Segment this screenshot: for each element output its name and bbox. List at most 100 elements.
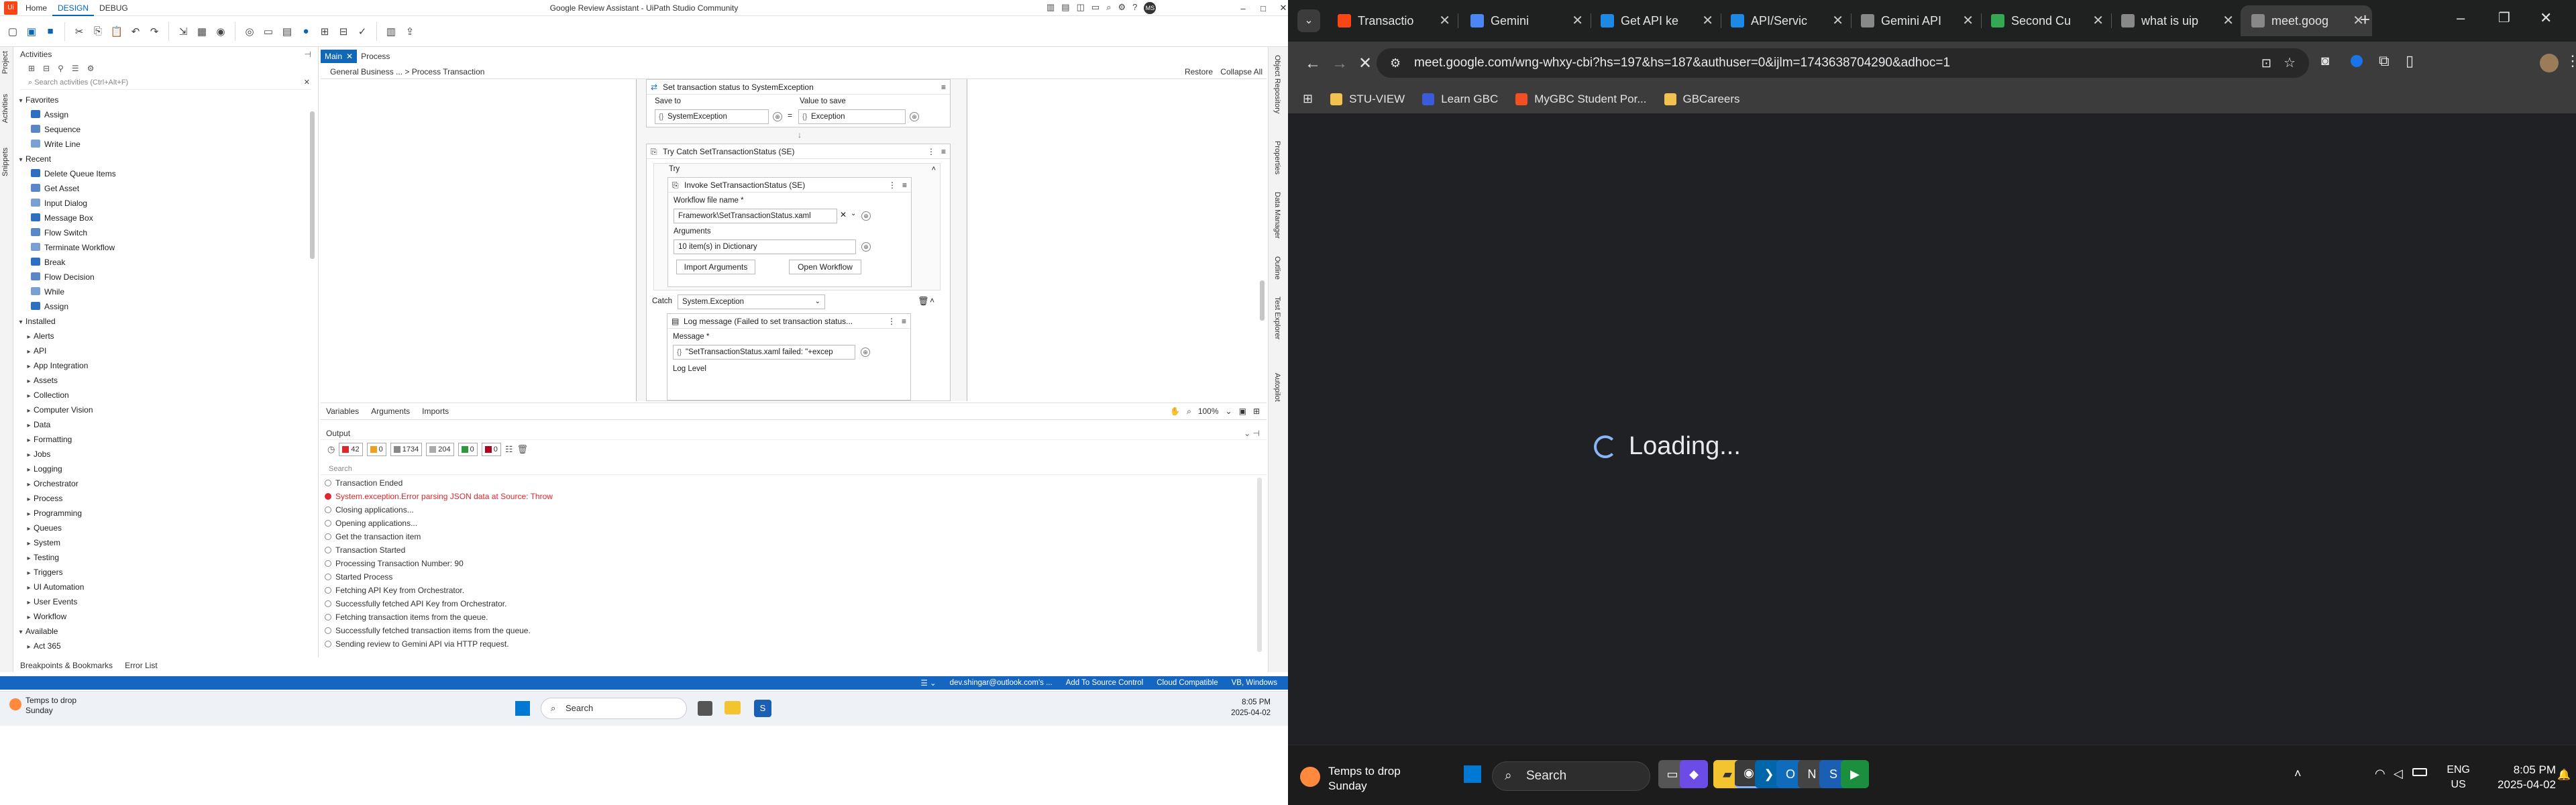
close-icon[interactable]: ✕ (346, 50, 353, 63)
selector-icon[interactable]: ◎ (242, 24, 257, 39)
wifi-icon[interactable]: ◠ (2375, 767, 2385, 781)
settings-icon[interactable]: ⚙ (87, 64, 95, 73)
chevron-right-icon[interactable]: ▸ (24, 640, 34, 655)
chevron-right-icon[interactable]: ▸ (24, 463, 34, 478)
chevron-right-icon[interactable]: ▸ (24, 581, 34, 596)
chevron-right-icon[interactable]: ▸ (24, 374, 34, 389)
collapse-icon[interactable]: ≡ (941, 144, 946, 159)
browser-tab[interactable]: Transactio ✕ (1327, 5, 1458, 36)
split-view-icon[interactable]: ▯ (2406, 52, 2414, 70)
plus-icon[interactable]: ⊕ (861, 242, 871, 252)
format-icon[interactable]: ⇲ (176, 24, 191, 39)
tree-item[interactable]: Message Box (13, 211, 318, 225)
close-icon[interactable]: ✕ (1268, 0, 1288, 16)
start-icon[interactable] (1464, 765, 1481, 783)
collapse-icon[interactable]: ≡ (902, 178, 907, 193)
chevron-right-icon[interactable]: ▸ (24, 596, 34, 610)
activities-search-input[interactable]: ⌕ Search activities (Ctrl+Alt+F) ✕ (20, 75, 311, 90)
browser-tab[interactable]: what is uip ✕ (2110, 5, 2242, 36)
tree-item[interactable]: Terminate Workflow (13, 240, 318, 255)
error-list-tab[interactable]: Error List (125, 661, 158, 670)
browser-tab[interactable]: Get API ke ✕ (1590, 5, 1721, 36)
tree-item[interactable]: ▸ Jobs (13, 447, 318, 462)
bookmark-item[interactable]: STU-VIEW (1330, 93, 1405, 106)
arguments-tab[interactable]: Arguments (371, 407, 410, 416)
ui-explorer-icon[interactable]: ⊞ (317, 24, 332, 39)
tree-item[interactable]: ▸ Programming (13, 506, 318, 521)
new-icon[interactable]: ▢ (5, 24, 20, 39)
bookmark-star-icon[interactable]: ☆ (2284, 48, 2296, 78)
log-row[interactable]: Transaction Started (325, 543, 1257, 557)
chevron-right-icon[interactable]: ▸ (24, 448, 34, 463)
close-tab-icon[interactable]: ✕ (2222, 12, 2234, 29)
minimize-icon[interactable]: – (2457, 9, 2465, 27)
redo-icon[interactable]: ↷ (147, 24, 162, 39)
language-indicator[interactable]: ENG US (2447, 763, 2470, 792)
extension-icon[interactable] (2351, 55, 2363, 67)
tab-search-icon[interactable]: ⌄ (1297, 9, 1320, 32)
task-view-icon[interactable] (698, 701, 712, 716)
tree-item[interactable]: ▸ UI Automation (13, 580, 318, 594)
chevron-right-icon[interactable]: ▸ (24, 478, 34, 492)
chevron-right-icon[interactable]: ▸ (24, 345, 34, 360)
tree-group[interactable]: ▾ Installed (13, 314, 318, 329)
success-filter[interactable]: 0 (458, 443, 478, 456)
close-icon[interactable]: ✕ (304, 75, 310, 90)
tab-process[interactable]: Process (357, 50, 394, 63)
chevron-down-icon[interactable]: ⌄ (851, 210, 856, 217)
weather-widget[interactable]: Temps to drop Sunday (1300, 764, 1401, 794)
split-icon[interactable]: ◫ (1077, 2, 1085, 14)
tree-item[interactable]: Flow Switch (13, 225, 318, 240)
tree-item[interactable]: Assign (13, 299, 318, 314)
analyze-file-icon[interactable]: ✓ (355, 24, 370, 39)
filter-icon[interactable]: ⚲ (58, 64, 64, 73)
assign-activity-card[interactable]: ⇄ Set transaction status to SystemExcept… (646, 79, 951, 127)
compatibility-status[interactable]: Cloud Compatible (1157, 679, 1218, 687)
browser-tab[interactable]: meet.goog ✕ (2241, 5, 2372, 36)
copilot-icon[interactable]: ◆ (1680, 760, 1708, 788)
tree-item[interactable]: ▸ Process (13, 491, 318, 506)
breakpoints-tab[interactable]: Breakpoints & Bookmarks (20, 661, 113, 670)
clock-icon[interactable]: ◷ (327, 444, 335, 455)
log-row[interactable]: Started Process (325, 570, 1257, 584)
account-status[interactable]: dev.shingar@outlook.com's ... (950, 679, 1053, 687)
activities-strip-tab[interactable]: Activities (1, 94, 9, 123)
chevron-right-icon[interactable]: ▸ (24, 566, 34, 581)
notification-bell-icon[interactable]: 🔔 (2557, 768, 2571, 782)
tab-main[interactable]: Main ✕ (321, 50, 358, 63)
errors-filter[interactable]: 42 (339, 443, 363, 456)
log-message-card[interactable]: ▤ Log message (Failed to set transaction… (667, 313, 911, 400)
profile-avatar[interactable] (2540, 54, 2559, 72)
forward-icon[interactable]: → (1330, 54, 1350, 74)
recorder-icon[interactable]: ◉ (213, 24, 228, 39)
view-options-icon[interactable]: ☰ (72, 64, 79, 73)
open-workflow-button[interactable]: Open Workflow (789, 260, 861, 274)
breadcrumb[interactable]: General Business ... > Process Transacti… (321, 67, 484, 76)
tree-item[interactable]: ▸ Alerts (13, 329, 318, 343)
autopilot-tab[interactable]: Autopilot (1273, 373, 1281, 402)
tree-item[interactable]: ▸ Logging (13, 462, 318, 476)
close-tab-icon[interactable]: ✕ (2092, 12, 2104, 29)
tree-group[interactable]: ▾ Recent (13, 152, 318, 166)
info-filter[interactable]: 1734 (390, 443, 423, 456)
tree-item[interactable]: ▸ Act 365 (13, 639, 318, 653)
file-explorer-icon[interactable] (724, 701, 741, 714)
collapse-all-link[interactable]: Collapse All (1220, 64, 1263, 79)
restore-link[interactable]: Restore (1185, 64, 1213, 79)
tab-debug[interactable]: DEBUG (94, 0, 133, 16)
import-arguments-button[interactable]: Import Arguments (676, 260, 755, 274)
tree-group[interactable]: ▾ Available (13, 624, 318, 639)
help-icon[interactable]: ? (1132, 2, 1137, 14)
tree-item[interactable]: Input Dialog (13, 196, 318, 211)
tree-item[interactable]: ▸ Workflow (13, 609, 318, 624)
tree-item[interactable]: ▸ Testing (13, 550, 318, 565)
scrollbar[interactable] (310, 111, 315, 259)
log-row[interactable]: Fetching transaction items from the queu… (325, 610, 1257, 624)
log-row[interactable]: Sending review to Gemini API via HTTP re… (325, 637, 1257, 651)
chevron-right-icon[interactable]: ▸ (24, 507, 34, 522)
tree-item[interactable]: Sequence (13, 122, 318, 137)
stop-icon[interactable]: ✕ (1355, 54, 1375, 74)
window-icon[interactable]: ▭ (1091, 2, 1099, 14)
data-manager-tab[interactable]: Data Manager (1273, 192, 1281, 239)
menu-icon[interactable]: ⋮ (2565, 52, 2576, 70)
